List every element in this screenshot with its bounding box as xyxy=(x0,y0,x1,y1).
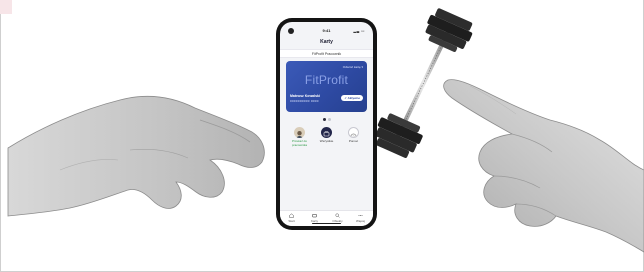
quick-actions: Przekaż do pracownika Wszystkie ? Pomoc xyxy=(286,127,367,155)
quick-action-label: Przekaż do pracownika xyxy=(291,139,308,147)
help-icon: ? xyxy=(348,127,359,138)
pager-dot[interactable] xyxy=(327,118,331,121)
tab-start[interactable]: Start xyxy=(280,213,303,223)
home-icon xyxy=(289,213,294,218)
card-owner-label: FitProfit Pracownik xyxy=(311,52,342,56)
signal-battery-icon: ▂▃ ▭ xyxy=(353,29,365,33)
card-holder-name: Mateusz Kowalski xyxy=(290,94,320,98)
pager-dot[interactable] xyxy=(322,118,326,121)
all-cards-action[interactable]: Wszystkie xyxy=(313,127,340,144)
quick-action-label: Wszystkie xyxy=(319,139,334,143)
chevron-down-icon: ▾ xyxy=(361,65,363,69)
card-icon xyxy=(312,214,317,218)
more-icon xyxy=(358,215,363,216)
transfer-to-employee-action[interactable]: Przekaż do pracownika xyxy=(286,127,313,147)
tab-obiekty[interactable]: Obiekty xyxy=(326,213,349,223)
card-owner-strip[interactable]: FitProfit Pracownik xyxy=(280,49,373,58)
tab-label: Więcej xyxy=(355,219,365,223)
card-number: 0000000000 0000 xyxy=(290,99,319,103)
tab-label: Start xyxy=(288,219,295,223)
membership-card[interactable]: Odwróć kartę ▾ FitProfit Mateusz Kowalsk… xyxy=(286,61,367,112)
left-hand xyxy=(7,95,265,217)
right-hand xyxy=(443,79,644,253)
status-bar: 9:41 ▂▃ ▭ xyxy=(280,28,373,34)
card-status-label: Aktywne xyxy=(347,96,360,100)
user-photo-icon xyxy=(294,127,305,138)
flip-card-label: Odwróć kartę xyxy=(342,65,361,69)
bottom-tab-bar: Start Karty Obiekty Więcej xyxy=(280,210,373,226)
flip-card-link[interactable]: Odwróć kartę ▾ xyxy=(343,65,363,69)
card-pager xyxy=(280,118,373,121)
help-action[interactable]: ? Pomoc xyxy=(340,127,367,144)
svg-text:?: ? xyxy=(353,135,355,138)
page-title: Karty xyxy=(320,39,333,45)
phone-mockup: 9:41 ▂▃ ▭ Karty FitProfit Pracownik Odwr… xyxy=(276,18,377,230)
tab-karty[interactable]: Karty xyxy=(303,213,326,223)
card-logo: FitProfit xyxy=(304,73,349,87)
search-icon xyxy=(335,213,340,218)
card-status-button[interactable]: ✓ Aktywne xyxy=(341,95,363,101)
quick-action-label: Pomoc xyxy=(348,139,359,143)
tab-wiecej[interactable]: Więcej xyxy=(349,213,372,223)
cards-stack-icon xyxy=(321,127,332,138)
phone-screen: 9:41 ▂▃ ▭ Karty FitProfit Pracownik Odwr… xyxy=(280,22,373,226)
home-indicator xyxy=(312,222,341,224)
